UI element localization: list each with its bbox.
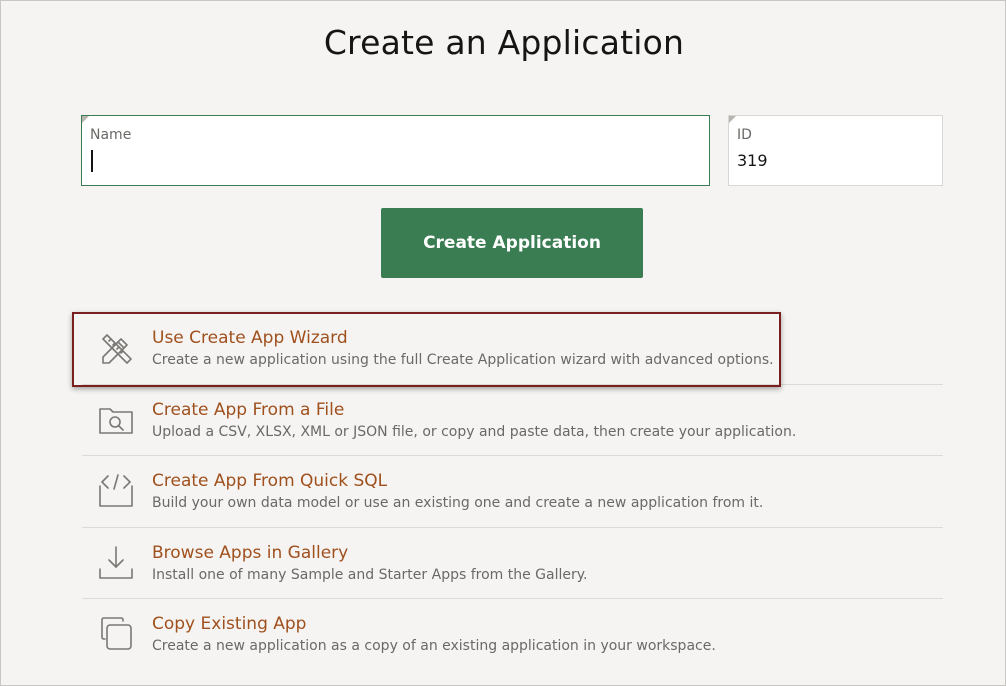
option-copy-existing-app[interactable]: Copy Existing App Create a new applicati…: [82, 599, 943, 671]
option-browse-apps-in-gallery[interactable]: Browse Apps in Gallery Install one of ma…: [82, 528, 943, 599]
wizard-icon: [97, 329, 135, 367]
option-description: Install one of many Sample and Starter A…: [152, 566, 588, 583]
required-corner-marker: [729, 116, 736, 123]
name-field[interactable]: Name: [81, 115, 710, 186]
option-title[interactable]: Use Create App Wizard: [152, 328, 348, 348]
text-cursor: [91, 150, 93, 172]
option-create-app-from-file[interactable]: Create App From a File Upload a CSV, XLS…: [82, 385, 943, 456]
option-description: Upload a CSV, XLSX, XML or JSON file, or…: [152, 423, 797, 440]
option-title[interactable]: Copy Existing App: [152, 614, 306, 634]
copy-icon: [97, 615, 135, 653]
option-title[interactable]: Browse Apps in Gallery: [152, 543, 348, 563]
required-corner-marker: [82, 116, 89, 123]
name-input[interactable]: [90, 149, 690, 173]
folder-search-icon: [97, 401, 135, 439]
page-title: Create an Application: [323, 23, 685, 62]
code-icon: [97, 472, 135, 510]
option-title[interactable]: Create App From Quick SQL: [152, 471, 387, 491]
id-label: ID: [737, 127, 752, 143]
option-title[interactable]: Create App From a File: [152, 400, 344, 420]
option-create-app-from-quick-sql[interactable]: Create App From Quick SQL Build your own…: [82, 456, 943, 528]
option-description: Create a new application using the full …: [152, 352, 774, 368]
id-value[interactable]: 319: [737, 151, 768, 170]
option-description: Build your own data model or use an exis…: [152, 495, 764, 511]
create-application-button[interactable]: Create Application: [381, 208, 643, 278]
id-field[interactable]: ID 319: [728, 115, 943, 186]
option-use-create-app-wizard[interactable]: Use Create App Wizard Create a new appli…: [82, 313, 943, 385]
download-icon: [97, 544, 135, 582]
option-description: Create a new application as a copy of an…: [152, 638, 716, 654]
create-options-list: Use Create App Wizard Create a new appli…: [82, 313, 943, 671]
name-label: Name: [90, 127, 132, 143]
